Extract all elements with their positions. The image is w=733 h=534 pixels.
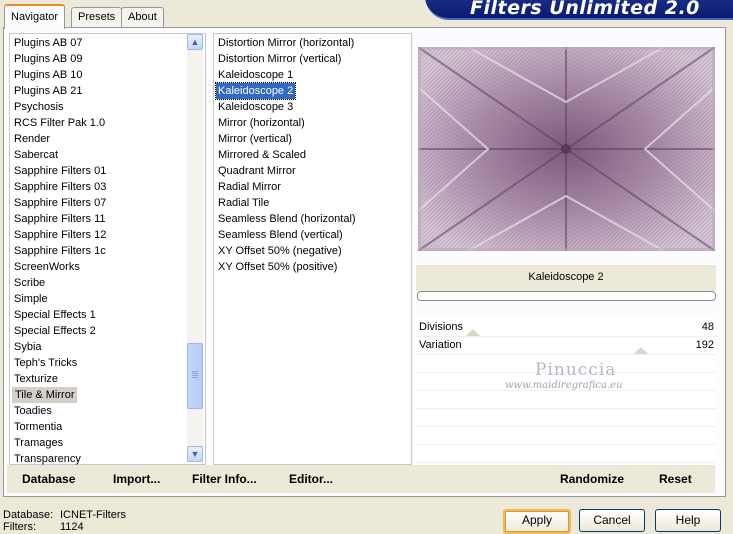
filter-list-item[interactable]: Radial Tile (218, 195, 269, 211)
filters-count-value: 1124 (60, 521, 84, 533)
category-list-item[interactable]: Sapphire Filters 07 (14, 195, 106, 211)
preview-caption: Kaleidoscope 2 (528, 271, 604, 283)
category-list-item[interactable]: Teph's Tricks (14, 355, 77, 371)
category-list-item[interactable]: Toadies (14, 403, 52, 419)
category-list-item[interactable]: Plugins AB 10 (14, 67, 83, 83)
help-button[interactable]: Help (655, 509, 721, 532)
filter-list-item[interactable]: Mirror (horizontal) (218, 115, 305, 131)
param-empty (416, 408, 716, 427)
category-list[interactable]: Plugins AB 07 Plugins AB 09 Plugins AB 10 P… (9, 33, 206, 465)
filter-list-item[interactable]: Kaleidoscope 1 (218, 67, 293, 83)
param-label: Divisions (419, 321, 464, 333)
category-list-item[interactable]: Tormentia (14, 419, 62, 435)
param-value: 48 (701, 321, 714, 333)
filter-list-item[interactable]: Mirrored & Scaled (218, 147, 306, 163)
param-empty (416, 426, 716, 445)
filters-count-label: Filters: (3, 521, 36, 533)
category-list-item[interactable]: Sapphire Filters 03 (14, 179, 106, 195)
filter-preview (418, 47, 715, 251)
filter-list-item[interactable]: Seamless Blend (vertical) (218, 227, 343, 243)
filter-list-item[interactable]: Seamless Blend (horizontal) (218, 211, 356, 227)
database-label: Database: (3, 509, 54, 521)
category-list-item[interactable]: Sabercat (14, 147, 58, 163)
chevron-down-icon[interactable]: ▼ (187, 446, 203, 462)
param-empty (416, 390, 716, 409)
apply-button[interactable]: Apply (503, 509, 571, 534)
tab-navigator[interactable]: Navigator (4, 4, 66, 29)
tab-presets[interactable]: Presets (71, 7, 123, 27)
filter-list-item[interactable]: Radial Mirror (218, 179, 281, 195)
category-list-item[interactable]: Sybia (14, 339, 42, 355)
param-empty (416, 444, 716, 463)
randomize-button[interactable]: Randomize (560, 472, 624, 486)
filter-list-item[interactable]: Quadrant Mirror (218, 163, 296, 179)
category-list-item[interactable]: Tramages (14, 435, 63, 451)
category-list-item[interactable]: Psychosis (14, 99, 64, 115)
filter-list-item[interactable]: XY Offset 50% (positive) (218, 259, 337, 275)
database-button[interactable]: Database (22, 472, 75, 486)
scrollbar-thumb[interactable] (187, 343, 203, 409)
category-list-item[interactable]: ScreenWorks (14, 259, 80, 275)
filter-list-item[interactable]: XY Offset 50% (negative) (218, 243, 342, 259)
editor-button[interactable]: Editor... (289, 472, 333, 486)
filter-info-button[interactable]: Filter Info... (192, 472, 257, 486)
category-list-item[interactable]: Simple (14, 291, 48, 307)
filter-list-item[interactable]: Mirror (vertical) (218, 131, 292, 147)
category-list-item[interactable]: Plugins AB 21 (14, 83, 83, 99)
category-list-item[interactable]: RCS Filter Pak 1.0 (14, 115, 105, 131)
param-value: 192 (695, 339, 714, 351)
category-list-item[interactable]: Plugins AB 09 (14, 51, 83, 67)
filter-list-item[interactable]: Kaleidoscope 2 (214, 82, 297, 100)
category-list-item[interactable]: Sapphire Filters 1c (14, 243, 106, 259)
progress-bar (417, 291, 716, 301)
category-list-item[interactable]: Tile & Mirror (12, 387, 78, 403)
database-value: ICNET-Filters (60, 509, 126, 521)
tab-about[interactable]: About (121, 7, 164, 27)
app-logo: Filters Unlimited 2.0 (470, 0, 700, 19)
variation-slider-handle[interactable] (634, 347, 648, 354)
filter-list-item[interactable]: Distortion Mirror (vertical) (218, 51, 341, 67)
category-scrollbar[interactable]: ▲ ▼ (187, 34, 203, 462)
filter-list-item[interactable]: Kaleidoscope 3 (218, 99, 293, 115)
param-divisions[interactable]: Divisions 48 (416, 318, 716, 337)
category-list-item[interactable]: Sapphire Filters 11 (14, 211, 106, 227)
cancel-button[interactable]: Cancel (579, 509, 645, 532)
category-list-item[interactable]: Special Effects 2 (14, 323, 96, 339)
filter-list[interactable]: Distortion Mirror (horizontal) Distortion… (213, 33, 412, 465)
reset-button[interactable]: Reset (659, 472, 692, 486)
watermark-url: www.maidiregrafica.eu (505, 380, 623, 391)
category-list-item[interactable]: Render (14, 131, 50, 147)
filter-list-item[interactable]: Distortion Mirror (horizontal) (218, 35, 354, 51)
category-list-item[interactable]: Special Effects 1 (14, 307, 96, 323)
category-list-item[interactable]: Scribe (14, 275, 45, 291)
category-list-item[interactable]: Plugins AB 07 (14, 35, 83, 51)
param-variation[interactable]: Variation 192 (416, 336, 716, 355)
chevron-up-icon[interactable]: ▲ (187, 34, 203, 50)
category-list-item[interactable]: Sapphire Filters 01 (14, 163, 106, 179)
divisions-slider-handle[interactable] (466, 329, 480, 336)
category-list-item[interactable]: Texturize (14, 371, 58, 387)
category-list-item[interactable]: Sapphire Filters 12 (14, 227, 106, 243)
param-label: Variation (419, 339, 462, 351)
watermark-name: Pinuccia (535, 360, 617, 380)
import-button[interactable]: Import... (113, 472, 160, 486)
